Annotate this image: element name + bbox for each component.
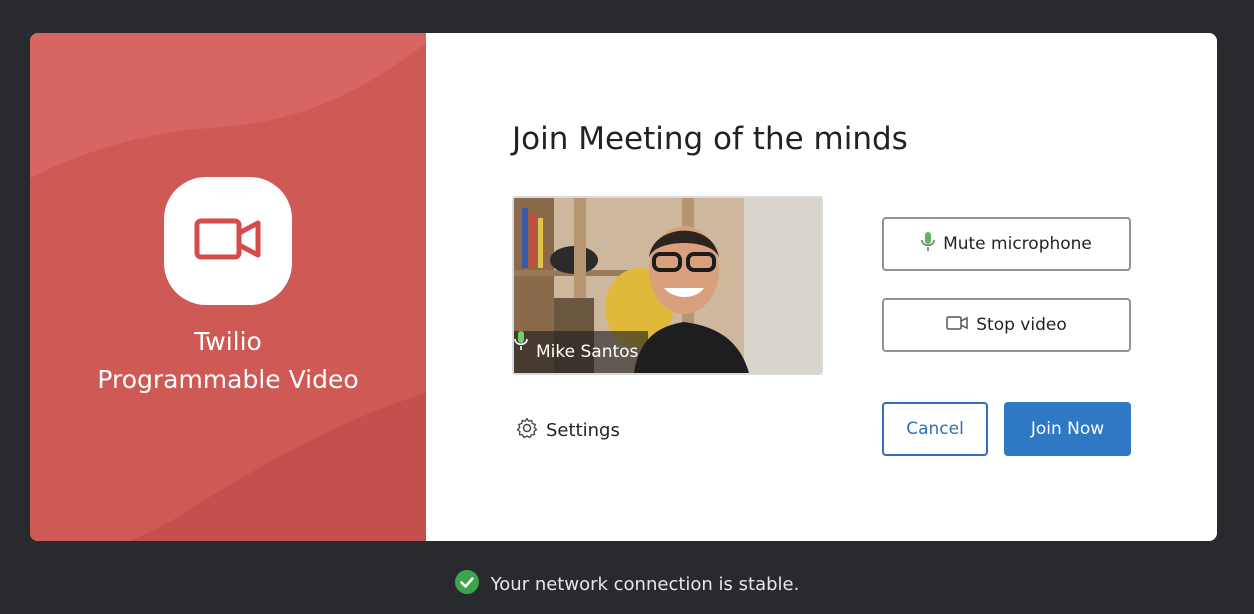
participant-name-tag: Mike Santos (514, 331, 649, 373)
cancel-label: Cancel (906, 419, 964, 439)
brand-line-2: Programmable Video (97, 365, 359, 394)
brand-line-1: Twilio (194, 327, 262, 356)
gear-icon (516, 417, 538, 444)
network-status-message: Your network connection is stable. (490, 574, 800, 595)
settings-label: Settings (546, 420, 620, 441)
network-status: Your network connection is stable. (0, 570, 1254, 599)
join-dialog: Twilio Programmable Video Join Meeting o… (30, 33, 1217, 541)
microphone-icon (921, 231, 935, 257)
brand-panel: Twilio Programmable Video (30, 33, 426, 541)
stop-video-label: Stop video (976, 315, 1067, 335)
participant-name: Mike Santos (536, 342, 639, 362)
cancel-button[interactable]: Cancel (882, 402, 988, 456)
stop-video-button[interactable]: Stop video (882, 298, 1131, 352)
check-circle-icon (454, 570, 479, 599)
video-camera-icon (194, 217, 262, 265)
video-camera-icon (946, 315, 968, 335)
join-now-button[interactable]: Join Now (1004, 402, 1131, 456)
settings-link[interactable]: Settings (516, 417, 620, 444)
mute-microphone-label: Mute microphone (943, 234, 1092, 254)
brand-name: Twilio Programmable Video (30, 323, 426, 399)
join-now-label: Join Now (1030, 419, 1105, 439)
mute-microphone-button[interactable]: Mute microphone (882, 217, 1131, 271)
video-preview: Mike Santos (512, 196, 823, 375)
meeting-title: Join Meeting of the minds (512, 121, 908, 157)
app-logo (164, 177, 292, 305)
